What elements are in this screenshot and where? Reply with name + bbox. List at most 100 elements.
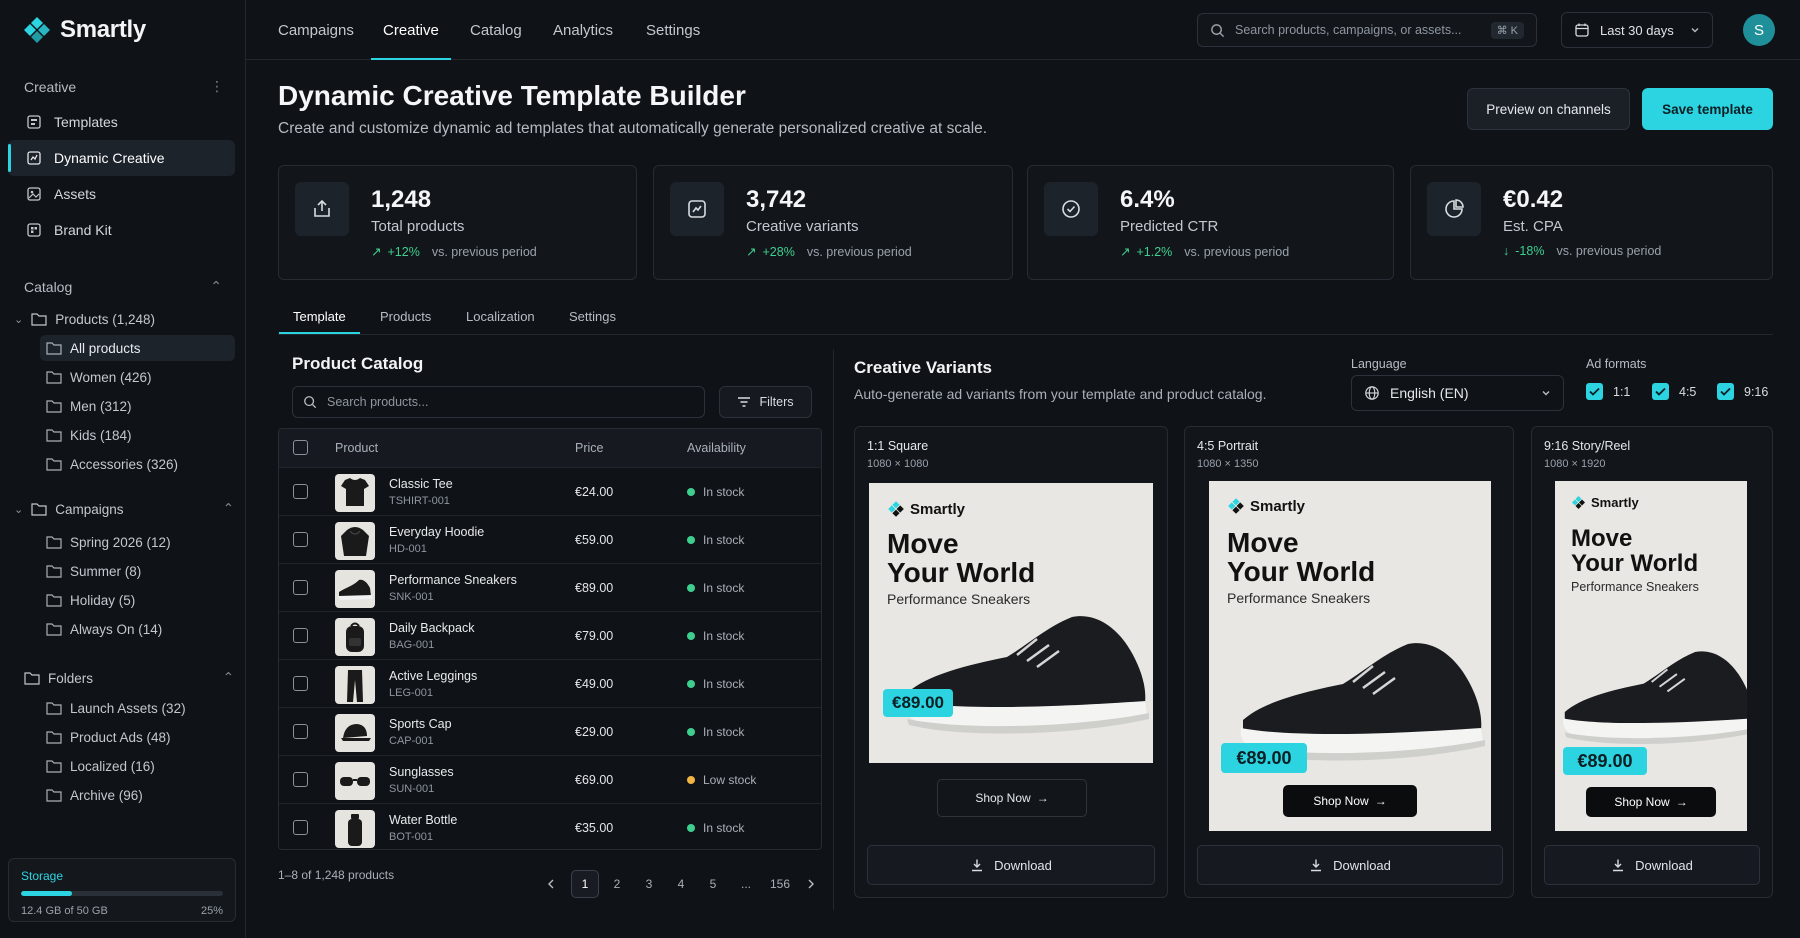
subtab-products[interactable]: Products — [380, 298, 431, 334]
stat-compare: vs. previous period — [1184, 244, 1290, 259]
save-template-button[interactable]: Save template — [1642, 88, 1773, 130]
creative-preview[interactable]: Smartly Move Your World Performance Snea… — [1555, 481, 1747, 831]
variants-icon — [670, 182, 724, 236]
row-checkbox[interactable] — [293, 676, 308, 691]
tree-item-label: Holiday (5) — [70, 592, 136, 608]
download-button[interactable]: Download — [1544, 845, 1760, 885]
download-button[interactable]: Download — [1197, 845, 1503, 885]
sidebar-item-assets[interactable]: Assets — [8, 176, 235, 212]
table-row[interactable]: Active Leggings LEG-001 €49.00 In stock — [279, 659, 821, 707]
page-button[interactable]: 4 — [667, 870, 695, 898]
page-button[interactable]: 5 — [699, 870, 727, 898]
more-icon[interactable]: ⋮ — [210, 78, 234, 95]
shop-now-button[interactable]: Shop Now → — [937, 779, 1087, 817]
select-all-checkbox[interactable] — [293, 440, 308, 455]
stat-compare: vs. previous period — [1556, 244, 1662, 258]
availability-label: In stock — [703, 677, 745, 691]
tree-item[interactable]: Holiday (5) — [40, 587, 235, 613]
download-button[interactable]: Download — [867, 845, 1155, 885]
page-button[interactable]: 156 — [763, 870, 797, 898]
sidebar-item-brand-kit[interactable]: Brand Kit — [8, 212, 235, 248]
tree-item[interactable]: Accessories (326) — [40, 451, 235, 477]
tree-item-label: Accessories (326) — [70, 456, 179, 472]
page-button[interactable]: 3 — [635, 870, 663, 898]
tab-campaigns[interactable]: Campaigns — [278, 0, 354, 60]
page-title: Dynamic Creative Template Builder — [278, 80, 746, 111]
next-page-button[interactable] — [797, 870, 825, 898]
tree-item[interactable]: Localized (16) — [40, 753, 235, 779]
subtab-template[interactable]: Template — [279, 298, 360, 334]
tree-item[interactable]: Spring 2026 (12) — [40, 529, 235, 555]
row-checkbox[interactable] — [293, 820, 308, 835]
row-checkbox[interactable] — [293, 628, 308, 643]
product-name: Sunglasses — [389, 765, 454, 779]
sidebar-item-dynamic-creative[interactable]: Dynamic Creative — [8, 140, 235, 176]
brand-logo[interactable]: Smartly — [22, 14, 146, 46]
page-button[interactable]: 2 — [603, 870, 631, 898]
tree-item[interactable]: Archive (96) — [40, 782, 235, 808]
table-row[interactable]: Sunglasses SUN-001 €69.00 Low stock — [279, 755, 821, 803]
creative-preview[interactable]: Smartly Move Your World Performance Snea… — [869, 483, 1153, 763]
check-icon — [1652, 383, 1669, 400]
tree-item[interactable]: Women (426) — [40, 364, 235, 390]
hoodie-icon — [341, 527, 369, 556]
stat-value: €0.42 — [1503, 186, 1564, 213]
tree-group-folders[interactable]: Folders ⌃ — [24, 665, 234, 691]
shop-now-button[interactable]: Shop Now → — [1586, 787, 1716, 817]
row-checkbox[interactable] — [293, 580, 308, 595]
tree-item[interactable]: Men (312) — [40, 393, 235, 419]
tree-item[interactable]: Summer (8) — [40, 558, 235, 584]
chevron-down-icon: ⌄ — [14, 313, 24, 326]
global-search-input[interactable]: Search products, campaigns, or assets...… — [1197, 13, 1537, 47]
filters-button[interactable]: Filters — [719, 386, 812, 418]
table-row[interactable]: Classic Tee TSHIRT-001 €24.00 In stock — [279, 467, 821, 515]
tab-creative[interactable]: Creative — [371, 0, 451, 60]
table-row[interactable]: Water Bottle BOT-001 €35.00 In stock — [279, 803, 821, 849]
globe-icon — [1365, 386, 1379, 400]
language-select[interactable]: English (EN) — [1351, 375, 1564, 411]
tree-item[interactable]: All products — [40, 335, 235, 361]
creative-preview[interactable]: Smartly Move Your World Performance Snea… — [1209, 481, 1491, 831]
page-button[interactable]: 1 — [571, 870, 599, 898]
catalog-section-header[interactable]: Catalog ⌃ — [12, 278, 234, 295]
creative-section-header: Creative ⋮ — [12, 78, 234, 95]
trend-up-icon: ↗ — [1120, 245, 1131, 259]
tree-item[interactable]: Launch Assets (32) — [40, 695, 235, 721]
format-checkbox-9-16[interactable]: 9:16 — [1717, 383, 1768, 400]
table-row[interactable]: Sports Cap CAP-001 €29.00 In stock — [279, 707, 821, 755]
tab-settings[interactable]: Settings — [646, 0, 700, 60]
availability-label: In stock — [703, 725, 745, 739]
product-name: Water Bottle — [389, 813, 458, 827]
tree-item[interactable]: Always On (14) — [40, 616, 235, 642]
row-checkbox[interactable] — [293, 724, 308, 739]
product-search-input[interactable]: Search products... — [292, 386, 705, 418]
creative-price: €89.00 — [1563, 747, 1647, 775]
subtab-localization[interactable]: Localization — [466, 298, 535, 334]
tree-item[interactable]: Kids (184) — [40, 422, 235, 448]
format-checkbox-4-5[interactable]: 4:5 — [1652, 383, 1696, 400]
row-checkbox[interactable] — [293, 772, 308, 787]
format-checkbox-1-1[interactable]: 1:1 — [1586, 383, 1630, 400]
tab-catalog[interactable]: Catalog — [470, 0, 522, 60]
tree-group-products[interactable]: ⌄ Products (1,248) — [14, 306, 155, 332]
shop-now-button[interactable]: Shop Now → — [1283, 785, 1417, 817]
backpack-icon — [346, 622, 364, 652]
sidebar-item-templates[interactable]: Templates — [8, 104, 235, 140]
tree-item-label: Launch Assets (32) — [70, 700, 186, 716]
row-checkbox[interactable] — [293, 484, 308, 499]
table-row[interactable]: Daily Backpack BAG-001 €79.00 In stock — [279, 611, 821, 659]
prev-page-button[interactable] — [537, 870, 565, 898]
preview-on-channels-button[interactable]: Preview on channels — [1467, 88, 1630, 130]
tree-item[interactable]: Product Ads (48) — [40, 724, 235, 750]
date-range-picker[interactable]: Last 30 days — [1561, 12, 1713, 48]
sidebar-item-label: Assets — [54, 186, 97, 202]
tree-label: Folders — [48, 670, 94, 686]
table-row[interactable]: Performance Sneakers SNK-001 €89.00 In stoc… — [279, 563, 821, 611]
tree-group-campaigns[interactable]: ⌄ Campaigns ⌃ — [14, 496, 234, 522]
product-thumbnail — [335, 810, 375, 848]
subtab-settings[interactable]: Settings — [569, 298, 616, 334]
table-row[interactable]: Everyday Hoodie HD-001 €59.00 In stock — [279, 515, 821, 563]
row-checkbox[interactable] — [293, 532, 308, 547]
user-avatar[interactable]: S — [1743, 14, 1775, 46]
tab-analytics[interactable]: Analytics — [553, 0, 613, 60]
